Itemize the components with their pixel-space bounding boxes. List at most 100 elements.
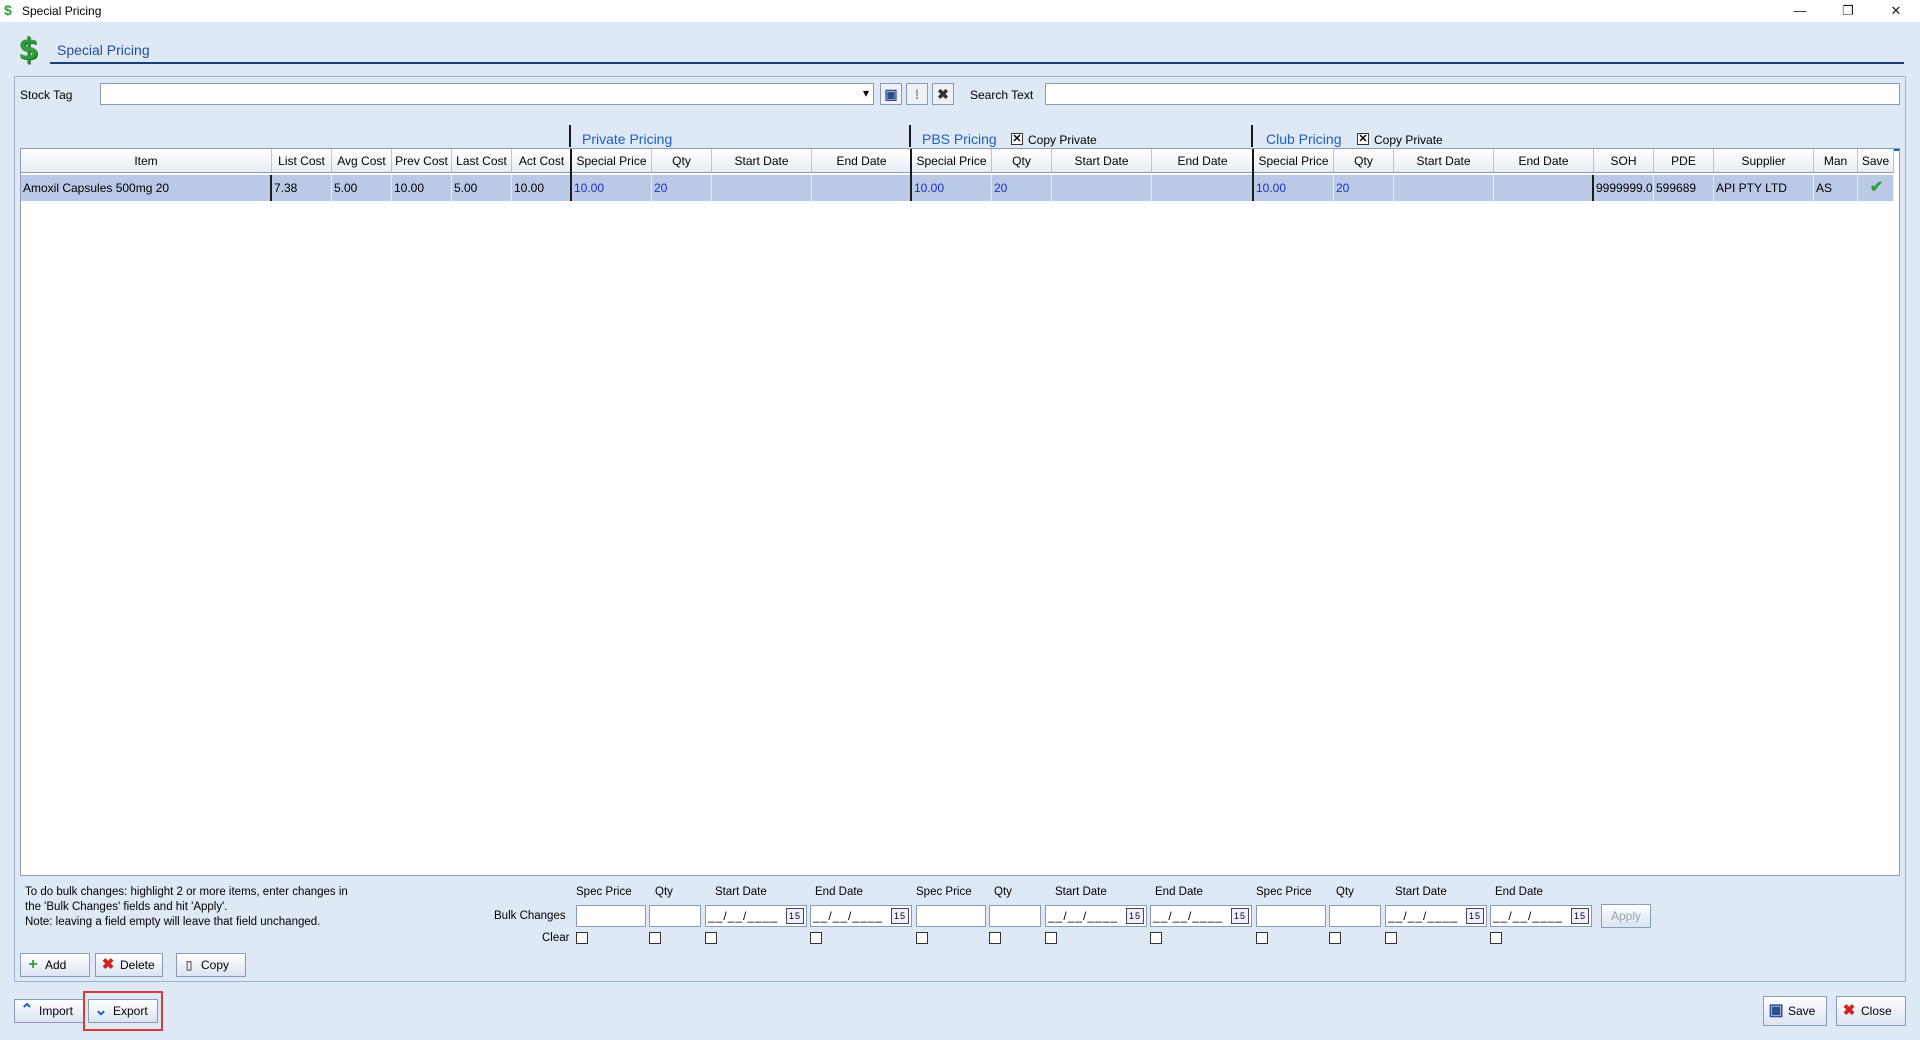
copy-button[interactable]: ▯ Copy [176, 953, 246, 977]
chevron-down-icon[interactable]: ▾ [863, 86, 869, 100]
bulk-club-start-date-input[interactable]: __/__/____ 15 [1385, 905, 1487, 927]
col-header-club-start-date[interactable]: Start Date [1394, 149, 1494, 173]
col-header-pde[interactable]: PDE [1654, 149, 1714, 173]
cell-private-end-date[interactable] [812, 175, 912, 201]
col-header-private-qty[interactable]: Qty [652, 149, 712, 173]
bulk-club-end-date-input[interactable]: __/__/____ 15 [1490, 905, 1592, 927]
col-header-prev-cost[interactable]: Prev Cost [392, 149, 452, 173]
clear-club-qty-checkbox[interactable] [1329, 932, 1341, 944]
cell-pbs-qty[interactable]: 20 [992, 175, 1052, 201]
cell-soh[interactable]: 9999999.0 [1594, 175, 1654, 201]
calendar-icon[interactable]: 15 [891, 908, 909, 924]
bulk-pbs-end-date-input[interactable]: __/__/____ 15 [1150, 905, 1252, 927]
col-header-private-end-date[interactable]: End Date [812, 149, 912, 173]
col-header-pbs-special-price[interactable]: Special Price [912, 149, 992, 173]
col-header-act-cost[interactable]: Act Cost [512, 149, 572, 173]
cell-last-cost[interactable]: 5.00 [452, 175, 512, 201]
col-header-private-special-price[interactable]: Special Price [572, 149, 652, 173]
alert-icon[interactable]: ! [906, 83, 928, 105]
cell-avg-cost[interactable]: 5.00 [332, 175, 392, 201]
cell-private-start-date[interactable] [712, 175, 812, 201]
cell-man[interactable]: AS [1814, 175, 1858, 201]
clear-pbs-end-checkbox[interactable] [1150, 932, 1162, 944]
clear-private-start-checkbox[interactable] [705, 932, 717, 944]
calendar-icon[interactable]: 15 [1571, 908, 1589, 924]
col-header-club-special-price[interactable]: Special Price [1254, 149, 1334, 173]
cell-club-qty[interactable]: 20 [1334, 175, 1394, 201]
clear-club-spec-price-checkbox[interactable] [1256, 932, 1268, 944]
pricing-grid[interactable]: Item List Cost Avg Cost Prev Cost Last C… [20, 148, 1900, 876]
col-header-last-cost[interactable]: Last Cost [452, 149, 512, 173]
bulk-private-start-date-input[interactable]: __/__/____ 15 [705, 905, 807, 927]
clear-club-start-checkbox[interactable] [1385, 932, 1397, 944]
clear-private-qty-checkbox[interactable] [649, 932, 661, 944]
club-copy-private-label: Copy Private [1374, 133, 1443, 147]
apply-button[interactable]: Apply [1601, 904, 1651, 928]
pbs-copy-private-checkbox[interactable]: ✕ [1011, 133, 1023, 145]
col-header-pbs-start-date[interactable]: Start Date [1052, 149, 1152, 173]
date-mask: __/__/____ [813, 909, 884, 923]
cell-private-qty[interactable]: 20 [652, 175, 712, 201]
cell-club-start-date[interactable] [1394, 175, 1494, 201]
clear-private-spec-price-checkbox[interactable] [576, 932, 588, 944]
import-button[interactable]: ⌃ Import [14, 999, 84, 1023]
clear-club-end-checkbox[interactable] [1490, 932, 1502, 944]
window-close-button[interactable]: ✕ [1876, 0, 1916, 22]
clear-pbs-qty-checkbox[interactable] [989, 932, 1001, 944]
save-button[interactable]: ▣ Save [1763, 996, 1827, 1026]
cell-club-special-price[interactable]: 10.00 [1254, 175, 1334, 201]
cell-act-cost[interactable]: 10.00 [512, 175, 572, 201]
cell-pbs-end-date[interactable] [1152, 175, 1254, 201]
stock-tag-select[interactable]: ▾ [100, 83, 874, 105]
bulk-club-qty-input[interactable] [1329, 905, 1381, 927]
delete-button[interactable]: ✖ Delete [95, 953, 163, 977]
clear-tag-icon[interactable]: ✖ [932, 83, 954, 105]
cell-supplier[interactable]: API PTY LTD [1714, 175, 1814, 201]
search-text-input[interactable] [1045, 83, 1900, 105]
calendar-icon[interactable]: 15 [1466, 908, 1484, 924]
col-header-avg-cost[interactable]: Avg Cost [332, 149, 392, 173]
calendar-icon[interactable]: 15 [786, 908, 804, 924]
club-copy-private-checkbox[interactable]: ✕ [1357, 133, 1369, 145]
bulk-pbs-spec-price-input[interactable] [916, 905, 986, 927]
col-header-private-start-date[interactable]: Start Date [712, 149, 812, 173]
cell-club-end-date[interactable] [1494, 175, 1594, 201]
bulk-hdr-private-spec-price: Spec Price [576, 886, 632, 898]
cell-pbs-start-date[interactable] [1052, 175, 1152, 201]
calendar-icon[interactable]: 15 [1231, 908, 1249, 924]
calendar-icon[interactable]: 15 [1126, 908, 1144, 924]
restore-button[interactable]: ❐ [1828, 0, 1868, 22]
col-header-supplier[interactable]: Supplier [1714, 149, 1814, 173]
bulk-club-spec-price-input[interactable] [1256, 905, 1326, 927]
clear-private-end-checkbox[interactable] [810, 932, 822, 944]
cell-pbs-special-price[interactable]: 10.00 [912, 175, 992, 201]
bulk-private-spec-price-input[interactable] [576, 905, 646, 927]
clear-pbs-start-checkbox[interactable] [1045, 932, 1057, 944]
col-header-save[interactable]: Save [1858, 149, 1894, 173]
col-header-club-end-date[interactable]: End Date [1494, 149, 1594, 173]
bulk-pbs-start-date-input[interactable]: __/__/____ 15 [1045, 905, 1147, 927]
cell-item[interactable]: Amoxil Capsules 500mg 20 [21, 175, 272, 201]
col-header-club-qty[interactable]: Qty [1334, 149, 1394, 173]
clear-pbs-spec-price-checkbox[interactable] [916, 932, 928, 944]
cell-private-special-price[interactable]: 10.00 [572, 175, 652, 201]
minimize-button[interactable]: — [1780, 0, 1820, 22]
bulk-private-qty-input[interactable] [649, 905, 701, 927]
save-tag-icon[interactable]: ▣ [880, 83, 902, 105]
close-button[interactable]: ✖ Close [1836, 996, 1906, 1026]
save-check-icon[interactable]: ✔ [1858, 175, 1894, 201]
col-header-list-cost[interactable]: List Cost [272, 149, 332, 173]
col-header-pbs-qty[interactable]: Qty [992, 149, 1052, 173]
close-label: Close [1861, 1004, 1892, 1018]
bulk-pbs-qty-input[interactable] [989, 905, 1041, 927]
col-header-item[interactable]: Item [21, 149, 272, 173]
col-header-man[interactable]: Man [1814, 149, 1858, 173]
add-button[interactable]: + Add [20, 953, 90, 977]
bulk-private-end-date-input[interactable]: __/__/____ 15 [810, 905, 912, 927]
cell-pde[interactable]: 599689 [1654, 175, 1714, 201]
col-header-soh[interactable]: SOH [1594, 149, 1654, 173]
cell-prev-cost[interactable]: 10.00 [392, 175, 452, 201]
col-header-pbs-end-date[interactable]: End Date [1152, 149, 1254, 173]
cell-list-cost[interactable]: 7.38 [272, 175, 332, 201]
bulk-hdr-club-spec-price: Spec Price [1256, 886, 1312, 898]
